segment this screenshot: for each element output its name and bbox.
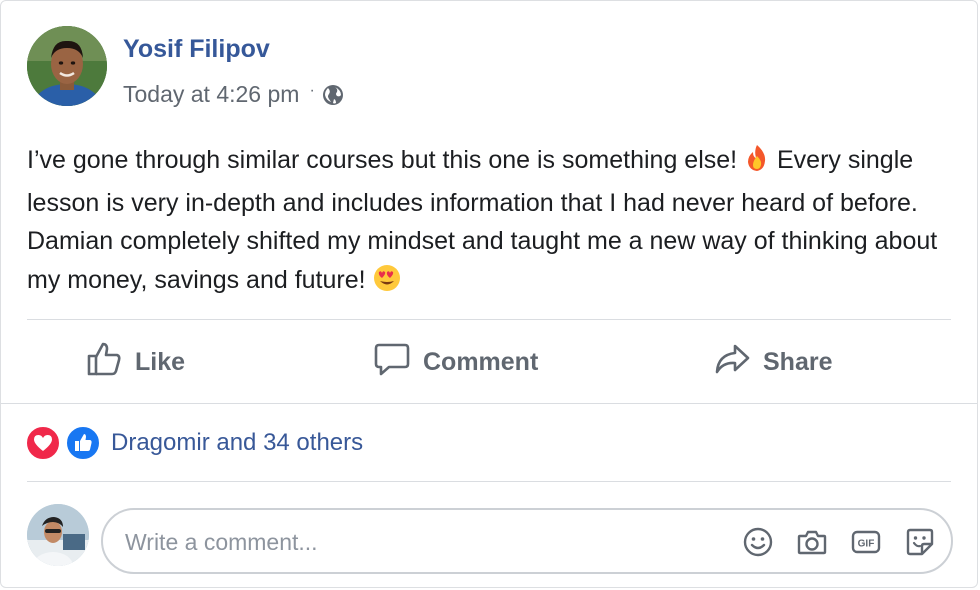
heart-eyes-emoji: [373, 264, 401, 304]
comment-input[interactable]: [123, 510, 687, 574]
divider: [1, 403, 977, 404]
sticker-icon[interactable]: [903, 525, 937, 559]
divider: [27, 319, 951, 320]
emoji-icon[interactable]: [741, 525, 775, 559]
post-card: Yosif Filipov Today at 4:26 pm · I’ve go…: [0, 0, 978, 588]
comment-tools: GIF: [721, 525, 937, 559]
share-label: Share: [763, 347, 833, 376]
author-avatar[interactable]: [27, 26, 107, 106]
comment-label: Comment: [423, 347, 539, 376]
action-bar: Like Comment Share: [27, 331, 951, 393]
reactions-summary: Dragomir and 34 others: [25, 425, 363, 461]
thumbs-up-icon: [85, 340, 135, 385]
author-name[interactable]: Yosif Filipov: [123, 35, 270, 64]
gif-icon[interactable]: GIF: [849, 525, 883, 559]
reactors-link[interactable]: Dragomir and 34 others: [111, 429, 363, 457]
post-body: I’ve gone through similar courses but th…: [27, 141, 947, 303]
like-label: Like: [135, 347, 186, 376]
love-reaction-icon[interactable]: [25, 425, 61, 461]
like-reaction-icon[interactable]: [65, 425, 101, 461]
post-meta: Today at 4:26 pm ·: [123, 81, 345, 108]
like-button[interactable]: Like: [85, 331, 185, 393]
fire-emoji: [744, 144, 770, 184]
speech-bubble-icon: [373, 340, 423, 385]
globe-icon[interactable]: [321, 83, 345, 107]
comment-button[interactable]: Comment: [373, 331, 538, 393]
svg-text:GIF: GIF: [858, 539, 875, 550]
commenter-avatar[interactable]: [27, 504, 89, 566]
comment-box: GIF: [101, 508, 953, 574]
camera-icon[interactable]: [795, 525, 829, 559]
share-button[interactable]: Share: [713, 331, 832, 393]
share-arrow-icon: [713, 340, 763, 385]
divider: [27, 481, 951, 482]
post-timestamp[interactable]: Today at 4:26 pm: [123, 81, 299, 108]
post-text-part1: I’ve gone through similar courses but th…: [27, 146, 745, 174]
meta-separator: ·: [309, 81, 315, 99]
